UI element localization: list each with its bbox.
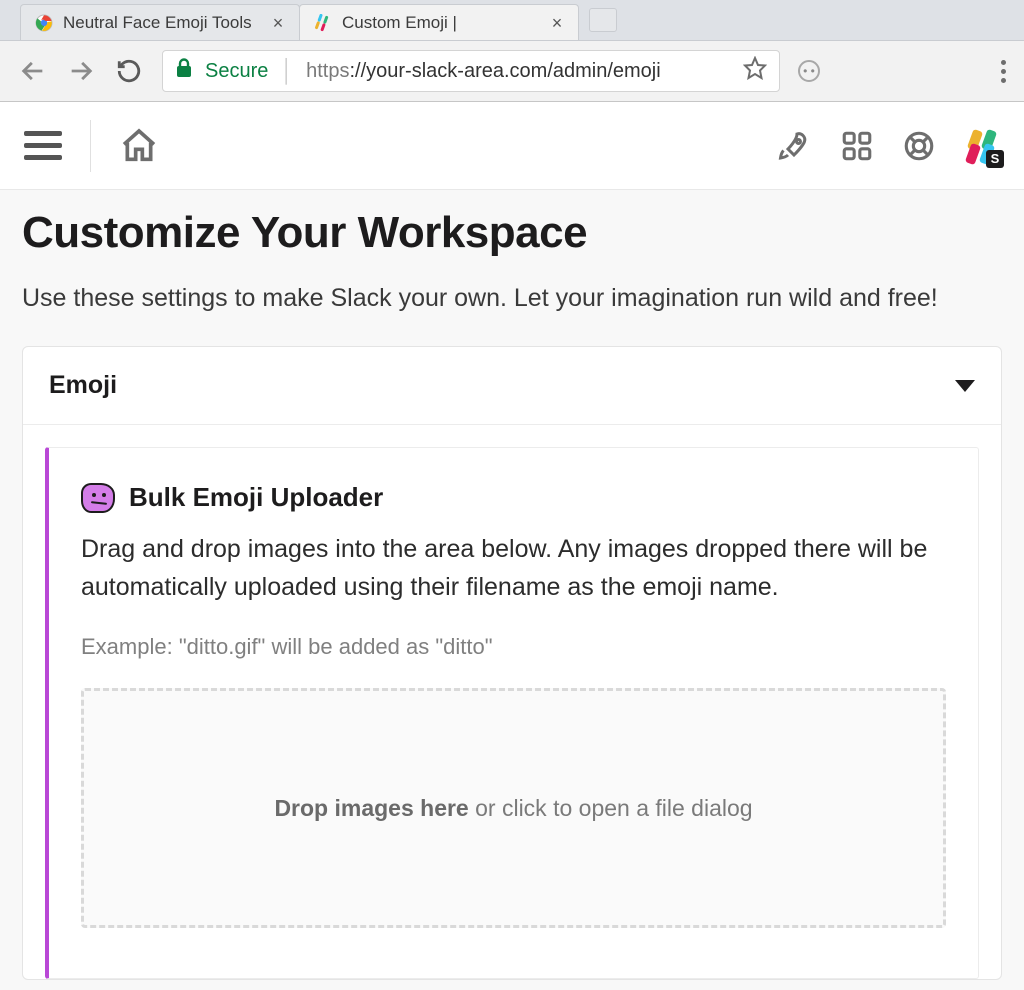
forward-button[interactable]: [66, 56, 96, 86]
page-lead: Use these settings to make Slack your ow…: [22, 280, 1002, 316]
help-lifebuoy-icon[interactable]: [902, 129, 936, 163]
emoji-panel: Emoji Bulk Emoji Uploader Drag and drop …: [22, 346, 1002, 980]
close-icon[interactable]: ×: [271, 16, 285, 30]
bookmark-star-icon[interactable]: [743, 56, 767, 86]
slack-logo-icon[interactable]: S: [964, 128, 1000, 164]
content-area: Customize Your Workspace Use these setti…: [0, 190, 1024, 990]
new-tab-button[interactable]: [589, 8, 617, 32]
address-bar[interactable]: Secure │ https://your-slack-area.com/adm…: [162, 50, 780, 92]
app-bar: S: [0, 102, 1024, 190]
favicon-chrome-icon: [35, 14, 53, 32]
bulk-emoji-uploader: Bulk Emoji Uploader Drag and drop images…: [45, 447, 979, 979]
uploader-description: Drag and drop images into the area below…: [81, 531, 946, 606]
chevron-down-icon: [955, 380, 975, 392]
tab-title: Neutral Face Emoji Tools: [63, 13, 261, 33]
back-button[interactable]: [18, 56, 48, 86]
ditto-icon: [81, 483, 115, 513]
browser-menu-button[interactable]: [1001, 60, 1006, 83]
reload-button[interactable]: [114, 56, 144, 86]
browser-tab-active[interactable]: Custom Emoji | ×: [299, 4, 579, 40]
dropzone[interactable]: Drop images here or click to open a file…: [81, 688, 946, 928]
emoji-panel-header[interactable]: Emoji: [23, 347, 1001, 425]
divider: [90, 120, 91, 172]
extension-neutral-face-icon[interactable]: • •: [798, 60, 820, 82]
tab-strip: Neutral Face Emoji Tools × Custom Emoji …: [0, 0, 1024, 40]
browser-chrome: Neutral Face Emoji Tools × Custom Emoji …: [0, 0, 1024, 102]
dropzone-label-rest: or click to open a file dialog: [469, 795, 753, 821]
secure-label: Secure: [205, 60, 268, 83]
lock-icon: [175, 58, 193, 84]
browser-toolbar: Secure │ https://your-slack-area.com/adm…: [0, 40, 1024, 102]
rocket-icon[interactable]: [776, 128, 812, 164]
page: S Customize Your Workspace Use these set…: [0, 102, 1024, 990]
tab-title: Custom Emoji |: [342, 13, 540, 33]
apps-grid-icon[interactable]: [840, 129, 874, 163]
uploader-title: Bulk Emoji Uploader: [129, 482, 383, 513]
panel-title: Emoji: [49, 371, 117, 400]
uploader-example: Example: "ditto.gif" will be added as "d…: [81, 634, 946, 660]
separator: │: [280, 58, 294, 84]
favicon-slack-icon: [314, 14, 332, 32]
hamburger-menu-button[interactable]: [24, 131, 62, 160]
uploader-title-row: Bulk Emoji Uploader: [81, 482, 946, 513]
url-text: https://your-slack-area.com/admin/emoji: [306, 60, 731, 83]
page-title: Customize Your Workspace: [22, 208, 1002, 258]
close-icon[interactable]: ×: [550, 16, 564, 30]
browser-tab-inactive[interactable]: Neutral Face Emoji Tools ×: [20, 4, 300, 40]
dropzone-label-bold: Drop images here: [274, 795, 468, 821]
home-icon[interactable]: [119, 126, 159, 166]
